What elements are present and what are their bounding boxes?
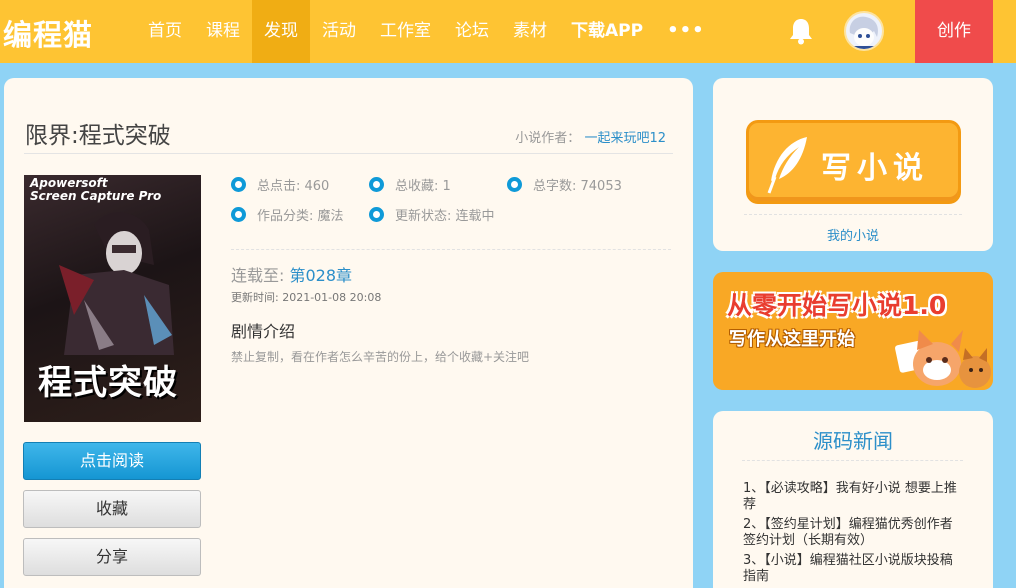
nav-home[interactable]: 首页: [136, 0, 194, 63]
cover-title: 程式突破: [38, 363, 178, 403]
user-avatar[interactable]: [844, 11, 884, 51]
avatar-image: [849, 16, 878, 49]
author-link[interactable]: 一起来玩吧12: [584, 131, 666, 146]
news-divider: [742, 460, 963, 461]
create-button[interactable]: 创作: [915, 0, 993, 63]
write-novel-card: 写小说 我的小说: [713, 78, 993, 251]
nav-forum[interactable]: 论坛: [443, 0, 501, 63]
main-nav: 首页 课程 发现 活动 工作室 论坛 素材 下载APP •••: [136, 0, 717, 63]
news-card: 源码新闻 1、【必读攻略】我有好小说 想要上推荐 2、【签约星计划】编程猫优秀创…: [713, 411, 993, 588]
stat-category: 作品分类: 魔法: [231, 205, 344, 224]
synopsis-text: 禁止复制，看在作者怎么辛苦的份上，给个收藏+关注吧: [231, 350, 530, 364]
cover-watermark: Apowersoft Screen Capture Pro: [30, 176, 162, 203]
update-time: 更新时间: 2021-01-08 20:08: [231, 291, 382, 304]
news-list: 1、【必读攻略】我有好小说 想要上推荐 2、【签约星计划】编程猫优秀创作者签约计…: [743, 481, 965, 588]
stat-favorites: 总收藏: 1: [369, 175, 451, 194]
author-line: 小说作者： 一起来玩吧12: [515, 127, 666, 146]
title-divider: [24, 153, 673, 154]
bell-icon[interactable]: [788, 17, 814, 45]
stat-status: 更新状态: 连载中: [369, 205, 495, 224]
top-navigation-bar: 编程猫 首页 课程 发现 活动 工作室 论坛 素材 下载APP ••• 创作: [0, 0, 1016, 63]
serial-progress: 连载至: 第028章: [231, 262, 352, 286]
book-cover[interactable]: Apowersoft Screen Capture Pro 程式突破: [24, 175, 201, 422]
news-item[interactable]: 1、【必读攻略】我有好小说 想要上推荐: [743, 481, 965, 513]
nav-courses[interactable]: 课程: [194, 0, 252, 63]
stat-words: 总字数: 74053: [507, 175, 622, 194]
bullet-icon: [231, 177, 246, 192]
nav-download-app[interactable]: 下载APP: [559, 0, 655, 63]
author-label: 小说作者：: [515, 131, 581, 146]
news-item[interactable]: 3、【小说】编程猫社区小说版块投稿指南: [743, 553, 965, 585]
book-title: 限界:程式突破: [25, 123, 171, 149]
more-menu-icon[interactable]: •••: [655, 0, 717, 63]
book-detail-card: 限界:程式突破 小说作者： 一起来玩吧12 Apowersoft Screen …: [4, 78, 693, 588]
cover-illustration: [59, 212, 174, 355]
write-novel-label: 写小说: [821, 151, 929, 186]
nav-materials[interactable]: 素材: [501, 0, 559, 63]
stats-divider: [231, 249, 671, 250]
read-button[interactable]: 点击阅读: [23, 442, 201, 480]
novel-tutorial-banner[interactable]: 从零开始写小说1.0 写作从这里开始: [713, 272, 993, 390]
bullet-icon: [231, 207, 246, 222]
nav-discover[interactable]: 发现: [252, 0, 310, 63]
feather-pen-icon: [767, 137, 807, 194]
news-heading: 源码新闻: [813, 429, 893, 453]
bullet-icon: [369, 207, 384, 222]
bullet-icon: [507, 177, 522, 192]
share-button[interactable]: 分享: [23, 538, 201, 576]
favorite-button[interactable]: 收藏: [23, 490, 201, 528]
bullet-icon: [369, 177, 384, 192]
latest-chapter-link[interactable]: 第028章: [290, 266, 353, 285]
stat-clicks: 总点击: 460: [231, 175, 329, 194]
banner-subtitle: 写作从这里开始: [729, 329, 855, 350]
synopsis-heading: 剧情介绍: [231, 322, 296, 341]
news-item[interactable]: 2、【签约星计划】编程猫优秀创作者签约计划（长期有效）: [743, 517, 965, 549]
cat-mascot-illustration: [895, 330, 991, 388]
site-logo[interactable]: 编程猫: [3, 12, 93, 54]
serial-label: 连载至:: [231, 266, 285, 285]
nav-activities[interactable]: 活动: [310, 0, 368, 63]
write-novel-button[interactable]: 写小说: [746, 120, 961, 204]
nav-studio[interactable]: 工作室: [368, 0, 443, 63]
my-novel-link[interactable]: 我的小说: [713, 225, 993, 244]
write-divider: [744, 214, 962, 215]
